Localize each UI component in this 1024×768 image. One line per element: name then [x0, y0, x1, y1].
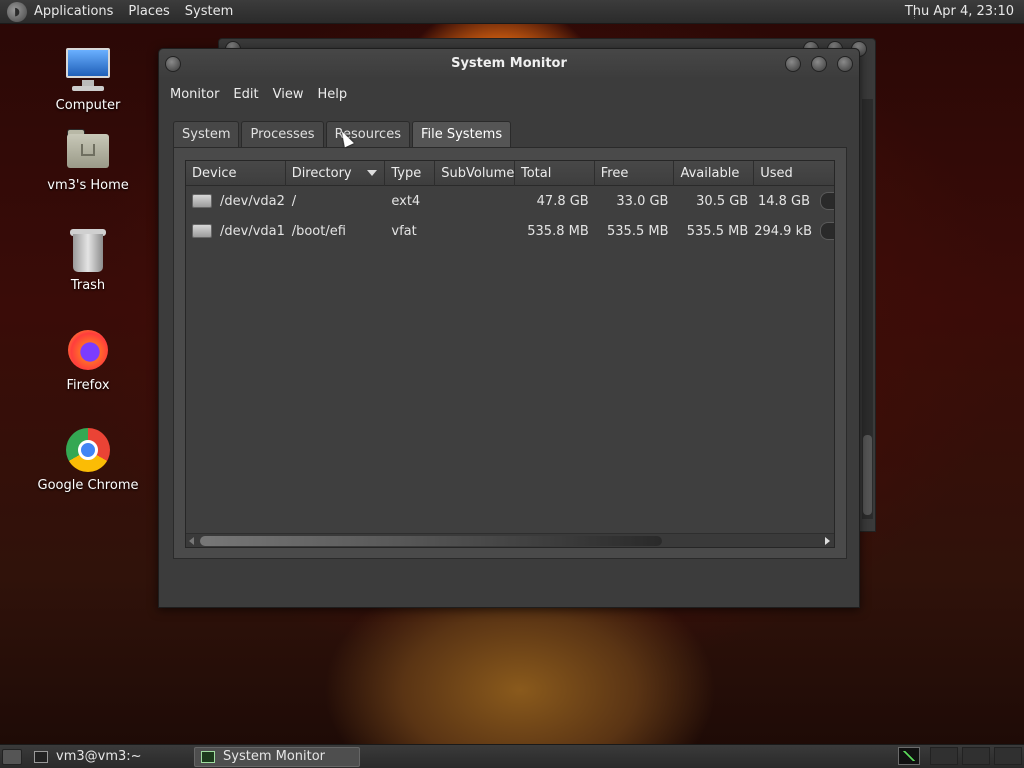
menu-applications[interactable]: Applications — [34, 4, 113, 19]
table-row[interactable]: /dev/vda2 / ext4 47.8 GB 33.0 GB 30.5 GB… — [186, 186, 834, 216]
desktop-icon-label: Trash — [70, 278, 106, 293]
taskbar-item-label: System Monitor — [223, 749, 326, 764]
system-monitor-applet-icon[interactable] — [898, 747, 920, 765]
close-button[interactable] — [837, 56, 853, 72]
cell-available: 535.5 MB — [686, 223, 749, 239]
minimize-button[interactable] — [785, 56, 801, 72]
table-row[interactable]: /dev/vda1 /boot/efi vfat 535.8 MB 535.5 … — [186, 216, 834, 246]
menu-help[interactable]: Help — [310, 87, 354, 102]
cell-device: /dev/vda1 — [186, 224, 286, 239]
cell-used: 294.9 kB — [754, 223, 813, 239]
sort-descending-icon — [367, 170, 378, 176]
menubar: Monitor Edit View Help — [159, 79, 859, 109]
desktop-icon-label: Google Chrome — [37, 478, 139, 493]
cell-free: 33.0 GB — [616, 193, 669, 209]
cell-directory: /boot/efi — [291, 223, 346, 239]
distro-logo-icon[interactable]: ◗ — [7, 1, 27, 22]
device-name: /dev/vda1 — [220, 223, 285, 239]
menu-system[interactable]: System — [185, 4, 233, 19]
scroll-left-icon[interactable] — [189, 537, 194, 545]
column-header-subvolume[interactable]: SubVolume — [435, 161, 515, 186]
column-header-device[interactable]: Device — [186, 161, 286, 186]
tab-panel-file-systems: Device Directory Type SubVolume Total Fr… — [173, 147, 847, 559]
menu-monitor[interactable]: Monitor — [163, 87, 226, 102]
desktop-icon-label: Firefox — [66, 378, 110, 393]
tab-file-systems[interactable]: File Systems — [411, 121, 512, 148]
vertical-scrollbar[interactable] — [862, 99, 873, 519]
column-header-free[interactable]: Free — [595, 161, 675, 186]
menu-edit[interactable]: Edit — [226, 87, 265, 102]
scrollbar-thumb[interactable] — [863, 435, 872, 515]
firefox-icon — [64, 326, 112, 374]
trash-icon — [64, 226, 112, 274]
drive-icon — [192, 224, 212, 238]
cell-free: 535.5 MB — [607, 223, 669, 239]
computer-icon — [64, 46, 112, 94]
workspace-2[interactable] — [962, 747, 990, 765]
show-desktop-icon[interactable] — [2, 748, 22, 765]
terminal-icon — [34, 750, 48, 763]
taskbar-item-label: vm3@vm3:~ — [56, 749, 142, 764]
scroll-right-icon[interactable] — [825, 537, 830, 545]
maximize-button[interactable] — [811, 56, 827, 72]
usage-bar — [820, 192, 834, 210]
table-header: Device Directory Type SubVolume Total Fr… — [186, 161, 834, 186]
column-header-label: Directory — [291, 166, 352, 181]
window-menu-button[interactable] — [165, 56, 181, 72]
usage-bar — [820, 222, 834, 240]
desktop-icon-firefox[interactable]: Firefox — [28, 326, 148, 393]
desktop-icon-trash[interactable]: Trash — [28, 226, 148, 293]
column-header-used[interactable]: Used — [754, 161, 834, 186]
cell-used: 14.8 GB — [757, 193, 811, 209]
window-titlebar[interactable]: System Monitor — [159, 49, 859, 79]
cell-directory: / — [291, 193, 297, 209]
desktop-icon-computer[interactable]: Computer — [28, 46, 148, 113]
workspace-3[interactable] — [994, 747, 1022, 765]
cell-device: /dev/vda2 — [186, 194, 286, 209]
window-title: System Monitor — [451, 56, 567, 71]
column-header-directory[interactable]: Directory — [286, 161, 386, 186]
top-panel: ◗ Applications Places System Thu Apr 4, … — [0, 0, 1024, 24]
chrome-icon — [64, 426, 112, 474]
column-header-type[interactable]: Type — [385, 161, 436, 186]
menu-view[interactable]: View — [266, 87, 311, 102]
cell-type: vfat — [391, 223, 417, 239]
bottom-panel: vm3@vm3:~ System Monitor — [0, 744, 1024, 768]
system-monitor-window: System Monitor Monitor Edit View Help Sy… — [158, 48, 860, 608]
tab-processes[interactable]: Processes — [241, 121, 324, 147]
column-header-total[interactable]: Total — [515, 161, 595, 186]
tab-system[interactable]: System — [173, 121, 240, 147]
system-monitor-icon — [201, 750, 215, 763]
device-name: /dev/vda2 — [220, 193, 285, 209]
clock[interactable]: Thu Apr 4, 23:10 — [905, 4, 1014, 19]
desktop-icon-label: vm3's Home — [47, 178, 129, 193]
taskbar-item-system-monitor[interactable]: System Monitor — [194, 746, 360, 767]
drive-icon — [192, 194, 212, 208]
desktop-icon-home[interactable]: vm3's Home — [28, 126, 148, 193]
file-systems-table: Device Directory Type SubVolume Total Fr… — [185, 160, 835, 548]
cell-total: 47.8 GB — [536, 193, 589, 209]
cell-available: 30.5 GB — [696, 193, 749, 209]
cell-type: ext4 — [391, 193, 421, 209]
taskbar-item-terminal[interactable]: vm3@vm3:~ — [28, 747, 188, 767]
desktop-icon-label: Computer — [55, 98, 121, 113]
home-folder-icon — [64, 126, 112, 174]
horizontal-scrollbar[interactable] — [186, 533, 834, 547]
scrollbar-thumb[interactable] — [200, 536, 662, 546]
menu-places[interactable]: Places — [128, 4, 169, 19]
workspace-1[interactable] — [930, 747, 958, 765]
desktop-icon-chrome[interactable]: Google Chrome — [28, 426, 148, 493]
column-header-available[interactable]: Available — [674, 161, 755, 186]
cell-total: 535.8 MB — [527, 223, 589, 239]
